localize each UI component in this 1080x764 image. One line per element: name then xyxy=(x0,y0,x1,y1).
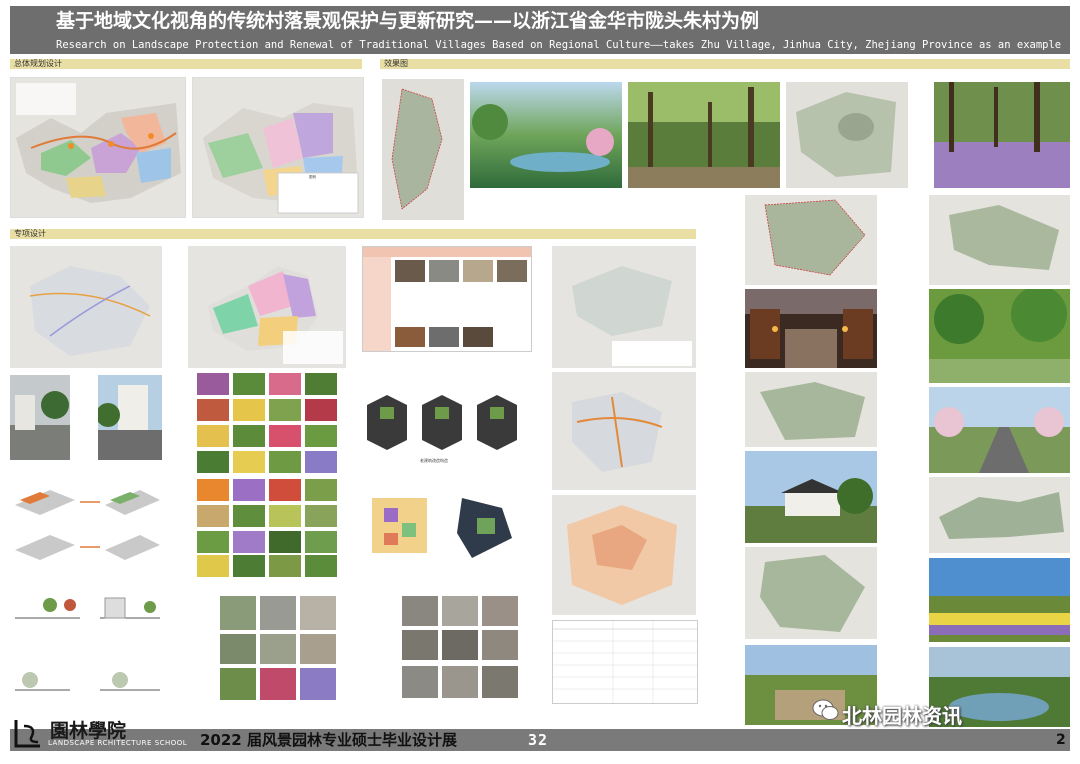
building-facade-label: 老建筑改造构造 xyxy=(420,458,448,463)
rendering-road-blossom-photo xyxy=(929,387,1070,473)
watermark-text: 北林园林资讯 xyxy=(842,704,962,728)
circulation-map xyxy=(552,372,696,490)
street-section-diagrams xyxy=(10,470,162,570)
street-elevation-diagrams xyxy=(10,590,162,700)
section-header-renderings: 效果图 xyxy=(380,59,1070,69)
page-title-cn: 基于地域文化视角的传统村落景观保护与更新研究——以浙江省金华市陇头朱村为例 xyxy=(10,6,1070,36)
special-zoning-map xyxy=(188,246,346,368)
land-use-map xyxy=(552,495,696,615)
pavement-photos xyxy=(220,596,336,700)
rendering-site-map-2 xyxy=(786,82,908,188)
zoning-map xyxy=(193,78,363,217)
board-number: 32 xyxy=(528,731,549,749)
exhibition-title: 2022 届风景园林专业硕士毕业设计展 xyxy=(200,731,457,749)
section-header-master-plan: 总体规划设计 xyxy=(10,59,362,69)
rendering-site-map-7 xyxy=(745,547,877,639)
node-plan-map xyxy=(552,246,696,368)
rendering-flower-field-photo xyxy=(929,558,1070,642)
master-plan-panel-1 xyxy=(10,77,186,218)
rendering-lavender-forest-photo xyxy=(934,82,1070,188)
page-number: 2 xyxy=(1056,732,1066,748)
rendering-site-map-1 xyxy=(382,79,464,220)
rendering-orchard-photo xyxy=(929,289,1070,383)
section-header-special-design: 专项设计 xyxy=(10,229,696,239)
rendering-site-map-4 xyxy=(929,195,1070,285)
legend-title: 图例 xyxy=(309,175,316,179)
rendering-site-map-5 xyxy=(745,372,877,447)
rendering-street-night-photo xyxy=(745,289,877,368)
rendering-site-map-6 xyxy=(929,477,1070,553)
street-before-photo xyxy=(10,375,70,460)
plant-species-grid xyxy=(197,373,337,577)
school-logo-icon xyxy=(14,720,40,748)
rendering-village-house-photo xyxy=(745,451,877,543)
master-plan-panel-2: 图例 xyxy=(192,77,364,218)
rendering-site-map-3 xyxy=(745,195,877,285)
paving-materials xyxy=(362,596,530,700)
courtyard-diagrams xyxy=(362,478,530,578)
special-route-map xyxy=(10,246,162,368)
rendering-forest-path-photo xyxy=(628,82,780,188)
building-renovation-models xyxy=(362,365,530,455)
street-after-photo xyxy=(98,375,162,460)
cultural-analysis-table xyxy=(362,246,532,352)
land-use-table xyxy=(552,620,698,704)
wechat-icon xyxy=(812,699,839,720)
page-title-en: Research on Landscape Protection and Ren… xyxy=(10,36,1070,54)
rendering-wetland-photo xyxy=(470,82,622,188)
school-name-en: LANDSCAPE RCHITECTURE SCHOOL xyxy=(48,739,188,747)
master-plan-map-1 xyxy=(11,78,185,217)
